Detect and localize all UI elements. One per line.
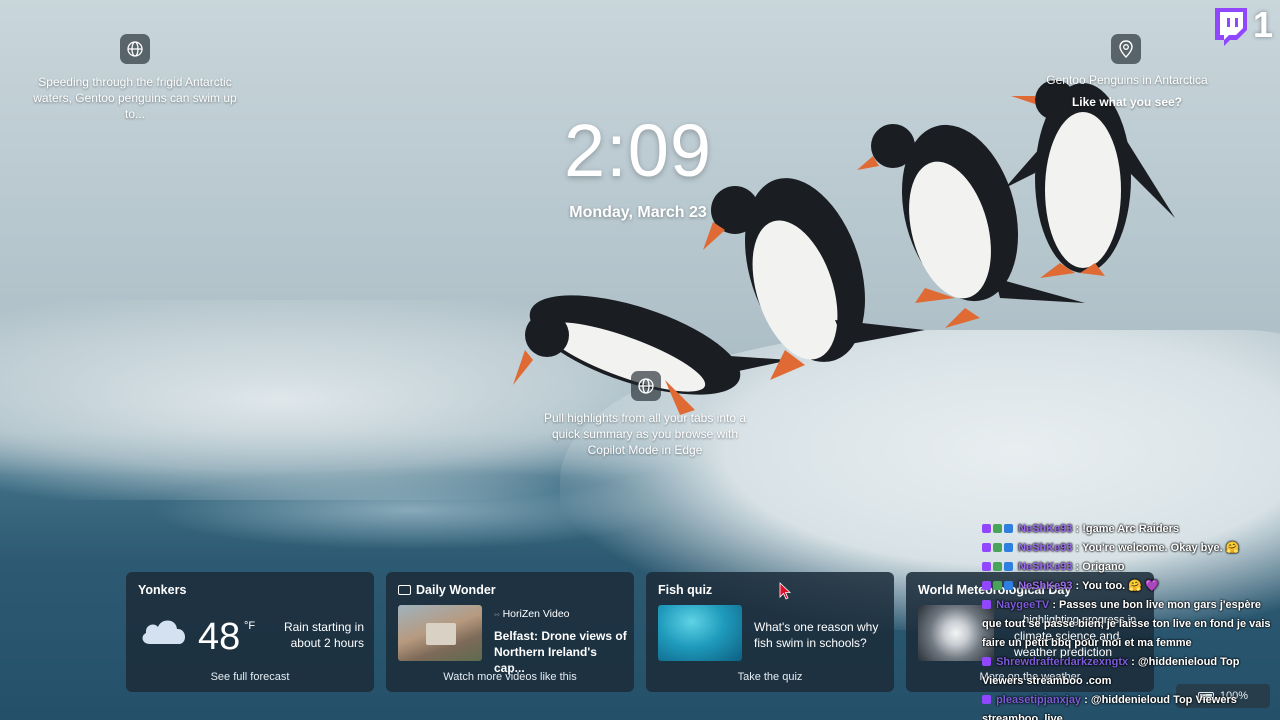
- location-pin-icon[interactable]: [1111, 34, 1141, 64]
- chat-username: NaygeeTV: [996, 599, 1050, 611]
- image-title[interactable]: Gentoo Penguins in Antarctica: [1030, 72, 1224, 88]
- chat-message-continued: streamboo .live: [982, 713, 1063, 720]
- chat-text: @hiddenieloud Top: [1137, 656, 1240, 668]
- video-source: ◦◦ HoriZen Video: [494, 608, 570, 620]
- cloud-icon: [142, 620, 186, 644]
- mouse-cursor-icon: [779, 582, 791, 600]
- verified-badge-icon: [1004, 524, 1013, 533]
- chat-username: NeShKe93: [1018, 580, 1073, 592]
- twitch-logo: [1215, 8, 1247, 46]
- chat-text: !game Arc Raiders: [1082, 523, 1180, 535]
- chat-username: NeShKe93: [1018, 523, 1073, 535]
- sub-badge-icon: [982, 695, 991, 704]
- chat-text: Origano: [1082, 561, 1125, 573]
- globe-icon[interactable]: [631, 371, 661, 401]
- chat-text: You're welcome. Okay bye. 🤗: [1082, 542, 1240, 554]
- chat-message-continued: Viewers streamboo .com: [982, 675, 1112, 687]
- chat-username: Shrewdrafterdarkzexngtx: [996, 656, 1129, 668]
- chat-text: Passes une bon live mon gars j'espère: [1059, 599, 1261, 611]
- see-forecast-link[interactable]: See full forecast: [126, 671, 374, 683]
- chat-message: NeShKe93 : You too. 🤗 💜: [982, 577, 1280, 596]
- mod-badge-icon: [993, 562, 1002, 571]
- lock-date: Monday, March 23: [569, 204, 707, 221]
- verified-badge-icon: [1004, 543, 1013, 552]
- like-prompt[interactable]: Like what you see?: [1030, 94, 1224, 110]
- water-foam: [150, 470, 670, 550]
- verified-badge-icon: [1004, 562, 1013, 571]
- tip-center[interactable]: Pull highlights from all your tabs into …: [540, 410, 750, 458]
- fish-thumbnail[interactable]: [658, 605, 742, 661]
- chat-text: You too. 🤗 💜: [1082, 580, 1159, 592]
- mod-badge-icon: [993, 581, 1002, 590]
- chat-message: Shrewdrafterdarkzexngtx : @hiddenieloud …: [982, 653, 1280, 672]
- chat-message-continued: que tout se passe bien, je laisse ton li…: [982, 618, 1271, 630]
- sub-badge-icon: [982, 600, 991, 609]
- chat-message-continued: faire un petit bbq pour moi et ma femme: [982, 637, 1192, 649]
- video-headline[interactable]: Belfast: Drone views of Northern Ireland…: [494, 628, 628, 676]
- chat-username: NeShKe93: [1018, 542, 1073, 554]
- weather-card[interactable]: Yonkers 48 °F Rain starting in about 2 h…: [126, 572, 374, 692]
- chat-message: NaygeeTV : Passes une bon live mon gars …: [982, 596, 1280, 615]
- twitch-chat-overlay: NeShKe93 : !game Arc Raiders NeShKe93 : …: [982, 520, 1280, 720]
- sub-badge-icon: [982, 543, 991, 552]
- watch-more-link[interactable]: Watch more videos like this: [386, 671, 634, 683]
- video-icon: [398, 585, 411, 595]
- weather-location: Yonkers: [138, 583, 187, 597]
- chat-username: NeShKe93: [1018, 561, 1073, 573]
- viewer-count: 1: [1253, 4, 1274, 45]
- source-logo-icon: ◦◦: [494, 610, 500, 619]
- belfast-thumbnail[interactable]: [398, 605, 482, 661]
- tip-top-left[interactable]: Speeding through the frigid Antarctic wa…: [30, 74, 240, 122]
- chat-message: NeShKe93 : !game Arc Raiders: [982, 520, 1280, 539]
- sub-badge-icon: [982, 581, 991, 590]
- daily-wonder-card[interactable]: Daily Wonder ◦◦ HoriZen Video Belfast: D…: [386, 572, 634, 692]
- sub-badge-icon: [982, 657, 991, 666]
- mod-badge-icon: [993, 543, 1002, 552]
- chat-username: pleasetipjanxjay: [996, 694, 1082, 706]
- fish-quiz-card[interactable]: Fish quiz What's one reason why fish swi…: [646, 572, 894, 692]
- verified-badge-icon: [1004, 581, 1013, 590]
- sub-badge-icon: [982, 524, 991, 533]
- sub-badge-icon: [982, 562, 991, 571]
- daily-wonder-title: Daily Wonder: [416, 583, 496, 597]
- chat-message: NeShKe93 : Origano: [982, 558, 1280, 577]
- take-quiz-link[interactable]: Take the quiz: [646, 671, 894, 683]
- chat-message: pleasetipjanxjay : @hiddenieloud Top Vie…: [982, 691, 1280, 710]
- weather-unit: °F: [244, 620, 256, 632]
- lock-clock: 2:09: [563, 109, 713, 192]
- globe-icon[interactable]: [120, 34, 150, 64]
- mod-badge-icon: [993, 524, 1002, 533]
- chat-message: NeShKe93 : You're welcome. Okay bye. 🤗: [982, 539, 1280, 558]
- chat-text: @hiddenieloud Top Viewers: [1090, 694, 1237, 706]
- quiz-question[interactable]: What's one reason why fish swim in schoo…: [754, 619, 888, 651]
- fish-quiz-title: Fish quiz: [658, 583, 713, 597]
- weather-temp: 48: [198, 616, 241, 658]
- weather-forecast: Rain starting in about 2 hours: [283, 620, 364, 650]
